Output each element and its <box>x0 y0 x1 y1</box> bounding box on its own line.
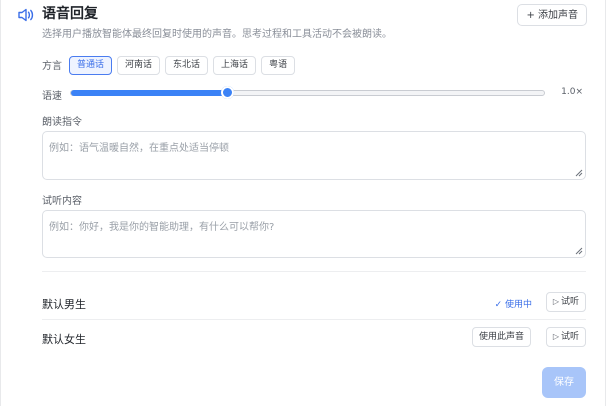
voice-row-male: 默认男生 ✓ 使用中 ▷ 试听 <box>42 292 586 314</box>
voice-settings-panel: 语音回复 + 添加声音 选择用户播放智能体最终回复时使用的声音。思考过程和工具活… <box>0 0 606 406</box>
add-voice-button[interactable]: + 添加声音 <box>517 4 587 26</box>
speed-value: 1.0× <box>561 87 583 97</box>
resize-handle-icon[interactable] <box>575 247 583 255</box>
dialect-option-mandarin[interactable]: 普通话 <box>69 56 113 75</box>
play-icon: ▷ <box>552 332 559 341</box>
dialect-option-cantonese[interactable]: 粤语 <box>261 56 296 75</box>
listen-label: 试听 <box>560 332 579 342</box>
dialect-option-northeast[interactable]: 东北话 <box>165 56 209 75</box>
voice-row-female: 默认女生 使用此声音 ▷ 试听 <box>42 327 586 349</box>
preview-placeholder: 例如：你好，我是你的智能助理，有什么可以帮你? <box>49 222 275 233</box>
listen-button[interactable]: ▷ 试听 <box>545 292 586 312</box>
slider-fill <box>71 90 228 96</box>
listen-label: 试听 <box>560 297 579 307</box>
use-voice-button[interactable]: 使用此声音 <box>471 327 531 347</box>
preview-label: 试听内容 <box>42 196 82 207</box>
speed-slider[interactable] <box>70 86 545 99</box>
speed-label: 语速 <box>42 91 62 102</box>
listen-button[interactable]: ▷ 试听 <box>545 327 586 347</box>
preview-input[interactable]: 例如：你好，我是你的智能助理，有什么可以帮你? <box>42 210 586 258</box>
dialect-option-shanghai[interactable]: 上海话 <box>213 56 257 75</box>
divider <box>42 271 586 272</box>
play-icon: ▷ <box>552 297 559 306</box>
dialect-option-henan[interactable]: 河南话 <box>117 56 161 75</box>
page-title: 语音回复 <box>42 6 98 22</box>
speaker-icon <box>18 8 34 22</box>
dialect-options: 普通话 河南话 东北话 上海话 粤语 <box>69 56 296 75</box>
save-button[interactable]: 保存 <box>542 367 586 398</box>
dialect-label: 方言 <box>42 61 62 72</box>
divider <box>42 319 586 320</box>
instruction-label: 朗读指令 <box>42 117 82 128</box>
in-use-badge: ✓ 使用中 <box>494 300 532 310</box>
section-description: 选择用户播放智能体最终回复时使用的声音。思考过程和工具活动不会被朗读。 <box>42 29 392 40</box>
voice-name: 默认男生 <box>42 298 86 311</box>
resize-handle-icon[interactable] <box>575 169 583 177</box>
section-header: 语音回复 + 添加声音 <box>17 4 589 28</box>
voice-name: 默认女生 <box>42 333 86 346</box>
slider-thumb[interactable] <box>221 86 235 99</box>
instruction-placeholder: 例如：语气温暖自然，在重点处适当停顿 <box>49 143 229 154</box>
instruction-input[interactable]: 例如：语气温暖自然，在重点处适当停顿 <box>42 131 586 180</box>
